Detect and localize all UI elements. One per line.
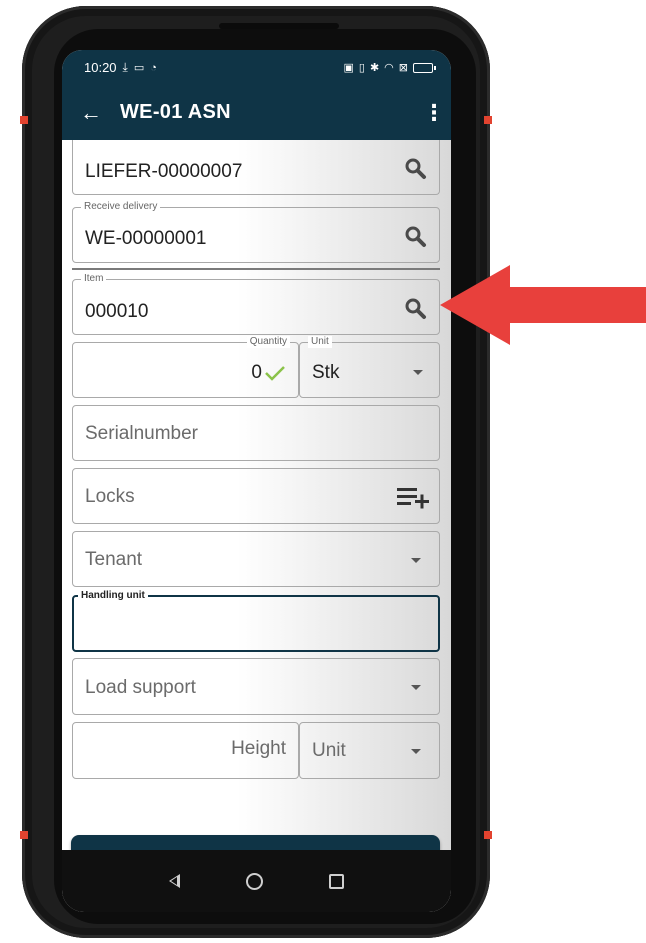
search-icon[interactable] [403, 296, 427, 320]
supplier-field[interactable]: LIEFER-00000007 [72, 140, 440, 195]
height-placeholder: Height [231, 738, 286, 759]
bluetooth-icon: ✱ [369, 62, 380, 74]
phone-bumper [484, 831, 492, 839]
checkmark-icon [265, 366, 285, 381]
wifi-icon: ◠ [384, 62, 394, 74]
item-field[interactable]: Item 000010 [72, 273, 440, 335]
receive-delivery-label: Receive delivery [81, 201, 161, 213]
handling-unit-field[interactable]: Handling unit [72, 590, 440, 652]
search-icon[interactable] [403, 156, 427, 180]
sync-icon: ◔ [150, 61, 157, 74]
playlist-add-icon[interactable] [397, 485, 431, 509]
status-time: 10:20 [84, 60, 117, 75]
locks-placeholder: Locks [85, 486, 135, 507]
locks-field[interactable]: Locks [72, 468, 440, 524]
dropdown-arrow-icon [411, 558, 421, 563]
height-field[interactable]: Height [72, 722, 299, 779]
phone-bumper [484, 116, 492, 124]
unit-select[interactable]: Unit Stk [299, 336, 440, 398]
phone-bumper [20, 831, 28, 839]
receive-delivery-value: WE-00000001 [85, 228, 207, 249]
status-bar: 10:20 ⤓ ▭ ◔ ▣ ▯ ✱ ◠ ⊠ [62, 50, 451, 85]
download-icon: ⤓ [122, 60, 128, 74]
tenant-placeholder: Tenant [85, 549, 143, 570]
handling-unit-label: Handling unit [78, 590, 148, 602]
quantity-field[interactable]: Quantity 0 [72, 336, 299, 398]
serialnumber-field[interactable]: Serialnumber [72, 405, 440, 461]
quantity-value: 0 [251, 362, 262, 383]
quantity-label: Quantity [246, 336, 290, 348]
nfc-icon: ▣ [343, 62, 354, 74]
no-sim-icon: ⊠ [398, 62, 408, 74]
unit-value: Stk [312, 362, 340, 383]
supplier-value: LIEFER-00000007 [85, 161, 243, 182]
phone-bumper [20, 116, 28, 124]
item-label: Item [81, 273, 107, 285]
nav-back-icon[interactable] [169, 874, 180, 888]
page-title: WE-01 ASN [120, 101, 231, 123]
load-support-select[interactable]: Load support [72, 658, 440, 715]
form-content: LIEFER-00000007 Receive delivery WE-0000… [62, 140, 451, 884]
search-icon[interactable] [403, 224, 427, 248]
android-nav-bar [62, 850, 451, 912]
battery-icon [413, 62, 436, 73]
more-vert-icon[interactable]: ⋮ [423, 100, 445, 126]
section-divider [72, 268, 440, 270]
tenant-select[interactable]: Tenant [72, 531, 440, 587]
dropdown-arrow-icon [411, 685, 421, 690]
height-unit-select[interactable]: Unit [299, 722, 440, 779]
nav-home-icon[interactable] [246, 872, 263, 890]
dropdown-arrow-icon [411, 749, 421, 754]
arrow-left-icon[interactable]: ← [80, 100, 120, 126]
app-bar: ← WE-01 ASN ⋮ [62, 85, 451, 140]
dropdown-arrow-icon [413, 370, 423, 375]
phone-speaker [219, 23, 339, 29]
load-support-placeholder: Load support [85, 677, 196, 698]
unit-label: Unit [308, 336, 332, 348]
cast-icon: ▭ [133, 62, 145, 74]
phone-screen: 10:20 ⤓ ▭ ◔ ▣ ▯ ✱ ◠ ⊠ ← WE-01 ASN ⋮ LIEF… [62, 50, 451, 912]
serialnumber-placeholder: Serialnumber [85, 423, 198, 444]
item-value: 000010 [85, 301, 149, 322]
callout-arrow-icon [440, 265, 646, 345]
vibrate-icon: ▯ [358, 62, 365, 74]
receive-delivery-field[interactable]: Receive delivery WE-00000001 [72, 201, 440, 263]
height-unit-placeholder: Unit [312, 740, 346, 761]
nav-recents-icon[interactable] [329, 873, 344, 889]
